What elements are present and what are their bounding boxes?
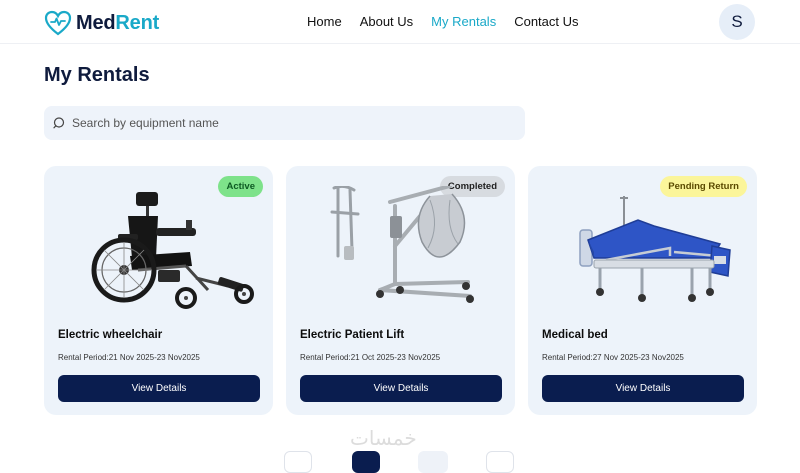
view-details-button[interactable]: View Details	[58, 375, 260, 402]
equipment-name: Electric wheelchair	[58, 329, 163, 341]
pagination-next-button[interactable]	[486, 451, 514, 473]
rental-card: Completed Electric Patient Lift Rental P…	[286, 166, 515, 415]
pagination-page-1[interactable]	[352, 451, 380, 473]
heart-logo-icon	[44, 10, 72, 36]
brand-name-rent: Rent	[115, 11, 160, 34]
view-details-button[interactable]: View Details	[542, 375, 744, 402]
pagination-prev-button[interactable]	[284, 451, 312, 473]
search-icon	[53, 117, 65, 129]
patient-lift-image	[330, 186, 474, 303]
nav-my-rentals[interactable]: My Rentals	[431, 14, 496, 29]
search-input[interactable]	[72, 116, 512, 130]
search-bar	[44, 106, 525, 140]
nav-home[interactable]: Home	[307, 14, 342, 29]
watermark: خمسات	[350, 426, 417, 450]
page-title: My Rentals	[44, 64, 150, 86]
nav-about-us[interactable]: About Us	[360, 14, 413, 29]
view-details-button[interactable]: View Details	[300, 375, 502, 402]
user-avatar[interactable]: S	[719, 4, 755, 40]
nav-contact-us[interactable]: Contact Us	[514, 14, 578, 29]
pagination	[280, 448, 520, 473]
rental-card: Active Electric wheelchair Rental Period…	[44, 166, 273, 415]
equipment-name: Medical bed	[542, 329, 608, 341]
medical-bed-image	[579, 196, 731, 302]
brand-name-med: Med	[76, 11, 116, 34]
wheelchair-image	[91, 192, 254, 309]
rental-period: Rental Period:27 Nov 2025-23 Nov2025	[542, 353, 684, 362]
equipment-name: Electric Patient Lift	[300, 329, 405, 341]
rental-card: Pending Return Medical bed Rental Period…	[528, 166, 757, 415]
pagination-page-2[interactable]	[418, 451, 448, 473]
brand-name: MedRent	[76, 12, 159, 35]
brand-logo[interactable]: MedRent	[44, 8, 159, 38]
main-nav: Home About Us My Rentals Contact Us	[307, 14, 579, 29]
rental-period: Rental Period:21 Oct 2025-23 Nov2025	[300, 353, 441, 362]
top-header: MedRent Home About Us My Rentals Contact…	[0, 0, 800, 44]
rental-period: Rental Period:21 Nov 2025-23 Nov2025	[58, 353, 200, 362]
